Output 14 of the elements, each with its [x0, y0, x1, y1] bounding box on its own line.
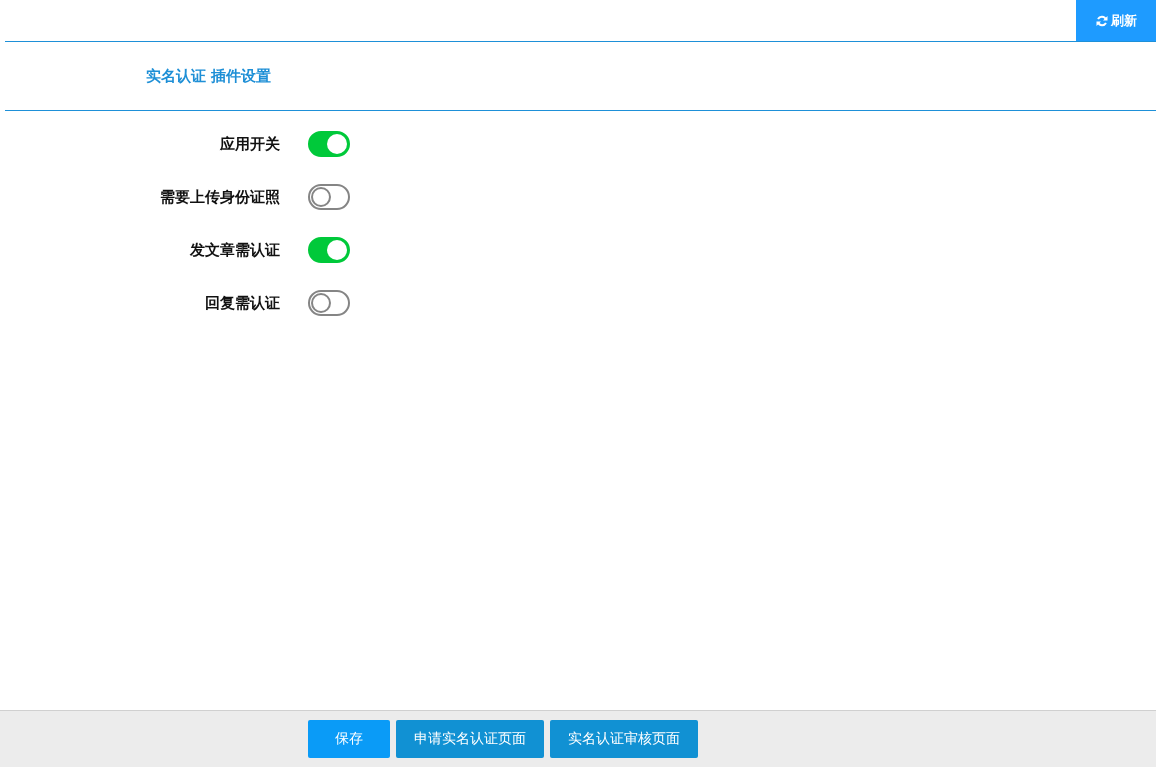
page-link-button[interactable]: 申请实名认证页面 — [396, 720, 544, 758]
page-link-button[interactable]: 实名认证审核页面 — [550, 720, 698, 758]
toggle-switch[interactable] — [308, 290, 350, 316]
setting-label: 回复需认证 — [204, 293, 280, 313]
setting-label: 应用开关 — [219, 134, 280, 154]
save-button[interactable]: 保存 — [308, 720, 390, 758]
setting-label: 发文章需认证 — [189, 240, 280, 260]
toggle-switch[interactable] — [308, 237, 350, 263]
toggle-switch[interactable] — [308, 184, 350, 210]
section-title: 实名认证 插件设置 — [146, 66, 272, 86]
refresh-button[interactable]: 刷新 — [1076, 0, 1156, 41]
toggle-switch[interactable] — [308, 131, 350, 157]
refresh-icon — [1095, 14, 1108, 27]
setting-label: 需要上传身份证照 — [159, 187, 280, 207]
